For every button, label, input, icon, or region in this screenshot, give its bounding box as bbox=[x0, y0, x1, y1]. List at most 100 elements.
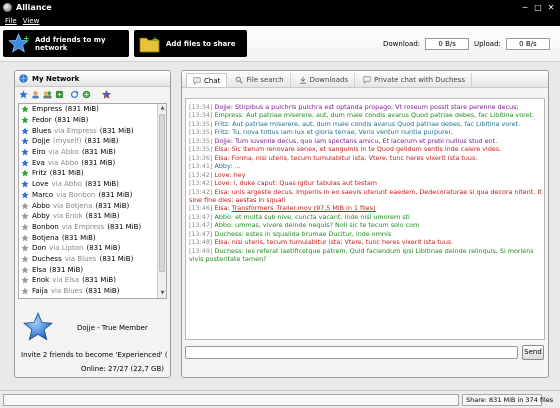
add-contact-icon[interactable] bbox=[82, 90, 91, 99]
user-row[interactable]: Empress (831 MiB) bbox=[19, 104, 157, 115]
user-row[interactable]: Marco via Bonbon (831 MiB) bbox=[19, 190, 157, 201]
user-name: Blues bbox=[32, 126, 52, 135]
user-row[interactable]: Enok via Elsa (831 MiB) bbox=[19, 275, 157, 286]
user-share-size: (831 MiB) bbox=[65, 105, 99, 114]
chat-message: [13:46] Elsa: Transformers_Trailer.mov (… bbox=[189, 204, 542, 212]
user-row[interactable]: Duchess via Blues (831 MiB) bbox=[19, 254, 157, 265]
user-row[interactable]: Abbo via Botjena (831 MiB) bbox=[19, 200, 157, 211]
user-row[interactable]: Fritz (831 MiB) bbox=[19, 168, 157, 179]
message-text: et multa sub nive, cuncta vacant. Inde n… bbox=[235, 212, 410, 221]
chat-input[interactable] bbox=[185, 346, 518, 359]
message-user[interactable]: Dojje: bbox=[214, 137, 232, 145]
upload-rate: Upload: 0 B/s bbox=[474, 38, 550, 50]
add-friends-button[interactable]: + Add friends to my network bbox=[3, 30, 129, 57]
user-star-icon bbox=[21, 105, 29, 113]
refresh-icon[interactable] bbox=[70, 89, 79, 99]
message-user[interactable]: Duchess: bbox=[214, 247, 243, 255]
message-user[interactable]: Elsa: bbox=[214, 145, 229, 153]
user-row[interactable]: Eiro via Abbo (831 MiB) bbox=[19, 147, 157, 158]
tab-downloads[interactable]: Downloads bbox=[293, 73, 356, 87]
user-row[interactable]: Botjena (831 MiB) bbox=[19, 232, 157, 243]
chat-icon bbox=[193, 77, 201, 85]
user-list-scrollbar[interactable]: ▲ ▼ bbox=[157, 104, 166, 298]
chat-message: [13:47] Duchess: estes in squalida bruma… bbox=[189, 230, 542, 238]
message-user[interactable]: Fritz: bbox=[214, 128, 230, 136]
user-row[interactable]: Faija via Blues (831 MiB) bbox=[19, 286, 157, 297]
scroll-up-icon[interactable]: ▲ bbox=[158, 104, 166, 113]
message-time: [13:46] bbox=[189, 204, 213, 213]
user-name: Marco bbox=[32, 190, 54, 199]
menu-file[interactable]: File bbox=[5, 17, 17, 25]
scroll-thumb[interactable] bbox=[159, 114, 165, 272]
minimize-icon[interactable]: ─ bbox=[519, 2, 531, 13]
user-row[interactable]: Elsa (831 MiB) bbox=[19, 264, 157, 275]
user-name: Empress bbox=[32, 105, 63, 114]
user-name: Dojje bbox=[32, 137, 50, 146]
user-share-size: (831 MiB) bbox=[84, 137, 119, 146]
user-row[interactable]: Fangvia Elsa(831 MiB) bbox=[19, 296, 157, 299]
user-star-icon bbox=[21, 127, 29, 135]
message-text: Tu, nova totius iam lux et gloria terrae… bbox=[232, 128, 453, 137]
message-user[interactable]: Elsa: bbox=[214, 238, 229, 246]
add-files-button[interactable]: + Add files to share bbox=[134, 30, 247, 57]
my-profile: Dojje - True Member Invite 2 friends to … bbox=[15, 304, 170, 377]
app-logo-icon bbox=[3, 3, 12, 12]
user-row[interactable]: Don via Lipton (831 MiB) bbox=[19, 243, 157, 254]
message-user[interactable]: Elsa: bbox=[214, 204, 229, 212]
download-rate: Download: 0 B/s bbox=[383, 38, 470, 50]
add-files-label: Add files to share bbox=[166, 39, 236, 48]
resize-grip-icon[interactable]: ⋱ bbox=[545, 395, 556, 406]
shared-file-link[interactable]: Transformers_Trailer.mov (97,5 MiB in 1 … bbox=[232, 204, 376, 212]
settings-icon[interactable] bbox=[55, 90, 64, 99]
message-user[interactable]: Fritz: bbox=[214, 120, 230, 128]
message-user[interactable]: Love: bbox=[214, 171, 231, 179]
user-row[interactable]: Eva via Abbo (831 MiB) bbox=[19, 157, 157, 168]
tab-chat[interactable]: Chat bbox=[186, 73, 228, 87]
user-share-size: (831 MiB) bbox=[85, 287, 120, 296]
maximize-icon[interactable]: □ bbox=[532, 2, 544, 13]
menu-view[interactable]: View bbox=[23, 17, 40, 25]
message-text: i, duke caput: Quas igitur tabulas aut t… bbox=[233, 179, 378, 188]
user-row[interactable]: Blues via Empress (831 MiB) bbox=[19, 125, 157, 136]
user-share-size: (831 MiB) bbox=[99, 126, 134, 135]
message-user[interactable]: Abby: bbox=[214, 162, 232, 170]
user-star-icon bbox=[21, 223, 29, 231]
user-edit-icon[interactable] bbox=[31, 90, 40, 99]
network-panel: My Network Empress (831 MiB) Fedor (831 MiB… bbox=[14, 70, 171, 378]
user-row[interactable]: Bonbon via Empress (831 MiB) bbox=[19, 222, 157, 233]
message-user[interactable]: Love: bbox=[214, 179, 231, 187]
scroll-down-icon[interactable]: ▼ bbox=[158, 289, 166, 298]
user-row[interactable]: Abby via Enok (831 MiB) bbox=[19, 211, 157, 222]
user-row[interactable]: Fedor (831 MiB) bbox=[19, 115, 157, 126]
group-icon[interactable] bbox=[43, 90, 52, 99]
user-share-size: (831 MiB) bbox=[85, 180, 119, 189]
user-name: Enok bbox=[32, 276, 50, 285]
message-user[interactable]: Elsa: bbox=[214, 154, 229, 162]
network-toolbar bbox=[15, 87, 170, 101]
priority-star-icon[interactable] bbox=[102, 89, 111, 99]
tab-file-search[interactable]: File search bbox=[229, 73, 291, 87]
message-time: [13:42] bbox=[189, 179, 213, 188]
chat-log[interactable]: [13:34] Dojje: Stirpibus a pulchris pulc… bbox=[185, 98, 545, 340]
user-row[interactable]: Love via Abbo (831 MiB) bbox=[19, 179, 157, 190]
chat-message: [13:42] Elsa: unis argeste decus, Imperi… bbox=[189, 188, 542, 205]
message-user[interactable]: Elsa: bbox=[214, 188, 229, 196]
message-user[interactable]: Abbo: bbox=[214, 213, 233, 221]
user-row[interactable]: Dojje (myself) (831 MiB) bbox=[19, 136, 157, 147]
chat-message: [13:35] Elsa: Sic iterum renovare senex,… bbox=[189, 145, 542, 153]
tab-private-chat-with-duchess[interactable]: Private chat with Duchess bbox=[357, 73, 472, 87]
user-via: via Elsa bbox=[52, 276, 80, 285]
user-star-icon bbox=[21, 137, 29, 145]
message-text: Sic iterum renovare senex, et sanguinis … bbox=[231, 145, 502, 154]
user-list[interactable]: Empress (831 MiB) Fedor (831 MiB) Blues via E… bbox=[18, 103, 167, 299]
message-user[interactable]: Duchess: bbox=[214, 230, 243, 238]
user-name: Fritz bbox=[32, 169, 47, 178]
user-star-icon bbox=[21, 116, 29, 124]
close-icon[interactable]: ✕ bbox=[545, 2, 557, 13]
message-text: Stirpibus a pulchris pulchra est optanda… bbox=[234, 103, 519, 111]
send-button[interactable]: Send bbox=[522, 345, 544, 360]
friends-star-icon[interactable] bbox=[19, 89, 28, 99]
message-user[interactable]: Abbo: bbox=[214, 221, 233, 229]
message-user[interactable]: Empress: bbox=[214, 111, 244, 119]
message-user[interactable]: Dojje: bbox=[214, 103, 232, 111]
